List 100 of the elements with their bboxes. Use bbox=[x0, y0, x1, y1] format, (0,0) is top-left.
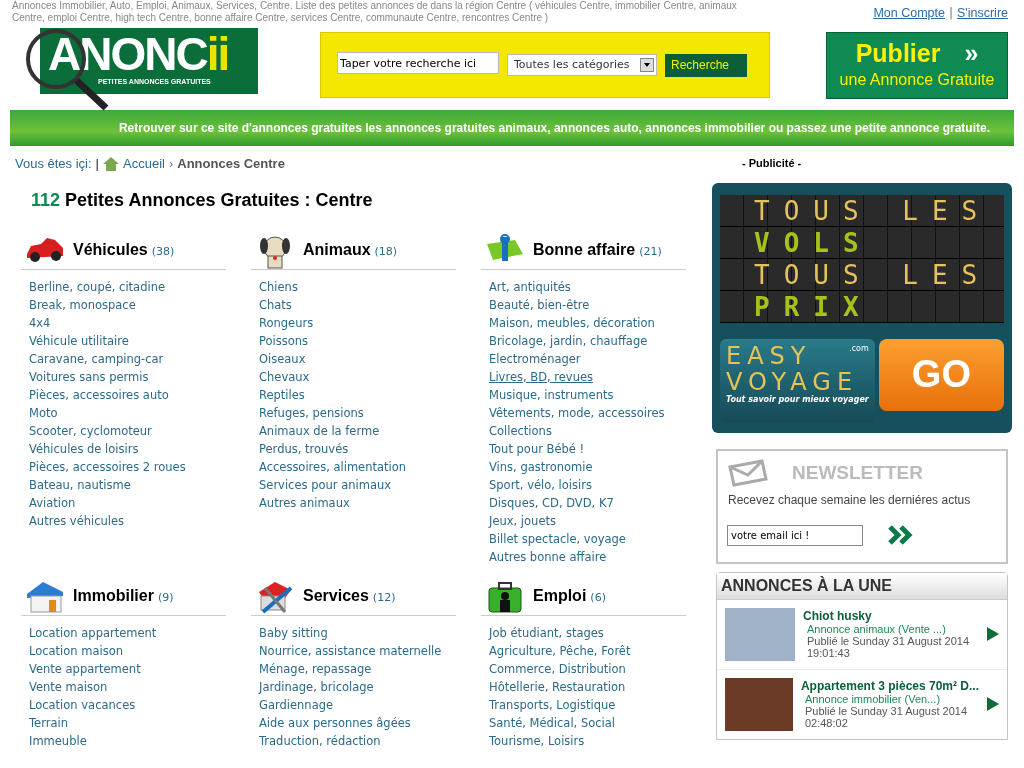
listing-category: Annonce animaux (Vente ...) bbox=[806, 623, 947, 635]
category-link[interactable]: Autres véhicules bbox=[29, 511, 125, 530]
category-link[interactable]: Chats bbox=[259, 295, 292, 314]
ad-label: - Publicité - bbox=[741, 156, 803, 171]
category-link[interactable]: Immeuble bbox=[29, 731, 87, 750]
listing-title[interactable]: Chiot husky bbox=[803, 609, 872, 623]
breadcrumb-link[interactable]: Accueil bbox=[123, 154, 165, 174]
category-link[interactable]: Sport, vélo, loisirs bbox=[489, 475, 592, 494]
category-select[interactable]: Toutes les catégories bbox=[507, 54, 657, 76]
page-heading: 112 Petites Annonces Gratuites : Centre bbox=[30, 188, 374, 211]
category-link[interactable]: Ménage, repassage bbox=[259, 659, 372, 678]
category-link[interactable]: Transports, Logistique bbox=[489, 695, 616, 714]
category-link[interactable]: Aide aux personnes âgées bbox=[259, 713, 411, 732]
category-link[interactable]: Bateau, nautisme bbox=[29, 475, 131, 494]
publish-button[interactable]: Publier » une Annonce Gratuite bbox=[826, 31, 1008, 99]
home-icon bbox=[103, 156, 119, 172]
search-field[interactable]: Taper votre recherche ici bbox=[337, 52, 499, 74]
category-link[interactable]: Aviation bbox=[29, 493, 76, 512]
category-link[interactable]: Voitures sans permis bbox=[29, 367, 149, 386]
category-link[interactable]: Chiens bbox=[259, 277, 298, 296]
search-button[interactable]: Recherche bbox=[665, 53, 747, 77]
category-link[interactable]: Accessoires, alimentation bbox=[259, 457, 407, 476]
category-link[interactable]: Hôtellerie, Restauration bbox=[489, 677, 626, 696]
category-link[interactable]: Location maison bbox=[29, 641, 124, 660]
category-link[interactable]: Billet spectacle, voyage bbox=[489, 529, 626, 548]
category-link[interactable]: Refuges, pensions bbox=[259, 403, 364, 422]
listing-title[interactable]: Appartement 3 pièces 70m² D... bbox=[800, 679, 979, 693]
category-link[interactable]: Location appartement bbox=[29, 623, 157, 642]
category-link[interactable]: Scooter, cyclomoteur bbox=[29, 421, 152, 440]
breadcrumb-arrow: › bbox=[168, 155, 174, 173]
category-link[interactable]: Pièces, accessoires auto bbox=[29, 385, 169, 404]
category-link[interactable]: 4x4 bbox=[29, 313, 51, 332]
category-link[interactable]: Perdus, trouvés bbox=[259, 439, 349, 458]
logo-text: ANONCii bbox=[48, 30, 229, 78]
category-link[interactable]: Livres, BD, revues bbox=[489, 367, 594, 386]
category-link[interactable]: Art, antiquités bbox=[489, 277, 571, 296]
category-link[interactable]: Beauté, bien-être bbox=[489, 295, 590, 314]
brand-domain: .com bbox=[849, 342, 869, 355]
listing-date: Publié le Sunday 31 August 2014 bbox=[803, 705, 968, 717]
board-text: TOUS LES bbox=[754, 259, 992, 290]
category-link[interactable]: Vins, gastronomie bbox=[489, 457, 593, 476]
board-text: VOLS bbox=[754, 227, 873, 258]
category-link[interactable]: Animaux de la ferme bbox=[259, 421, 380, 440]
category-link[interactable]: Electroménager bbox=[489, 349, 581, 368]
board-text: PRIX bbox=[754, 291, 873, 322]
category-link[interactable]: Reptiles bbox=[259, 385, 305, 404]
category-link[interactable]: Berline, coupé, citadine bbox=[29, 277, 166, 296]
category-link[interactable]: Tourisme, Loisirs bbox=[489, 731, 585, 750]
category-link[interactable]: Jardinage, bricolage bbox=[259, 677, 374, 696]
email-field[interactable]: votre email ici ! bbox=[727, 524, 863, 546]
category-link[interactable]: Poissons bbox=[259, 331, 309, 350]
category-link[interactable]: Terrain bbox=[29, 713, 68, 732]
link-separator: | bbox=[948, 5, 953, 22]
newsletter-text: Recevez chaque semaine les derniéres actus bbox=[727, 491, 972, 509]
category-link[interactable]: Chevaux bbox=[259, 367, 310, 386]
category-link[interactable]: Location vacances bbox=[29, 695, 136, 714]
category-link[interactable]: Véhicule utilitaire bbox=[29, 331, 129, 350]
submit-chevrons-icon[interactable] bbox=[887, 525, 913, 545]
category-link[interactable]: Gardiennage bbox=[259, 695, 334, 714]
category-link[interactable]: Caravane, camping-car bbox=[29, 349, 164, 368]
category-link[interactable]: Autres animaux bbox=[259, 493, 350, 512]
breadcrumb-label: Vous êtes içi: bbox=[15, 155, 92, 173]
category-link[interactable]: Traduction, rédaction bbox=[259, 731, 381, 750]
category-link[interactable]: Jeux, jouets bbox=[489, 511, 556, 530]
category-link[interactable]: Nourrice, assistance maternelle bbox=[259, 641, 442, 660]
briefcase-icon bbox=[485, 579, 525, 614]
category-link[interactable]: Bricolage, jardin, chauffage bbox=[489, 331, 648, 350]
category-link[interactable]: Baby sitting bbox=[259, 623, 328, 642]
breadcrumb-current: Annonces Centre bbox=[177, 155, 285, 173]
category-link[interactable]: Pièces, accessoires 2 roues bbox=[29, 457, 186, 476]
newsletter-title: NEWSLETTER bbox=[792, 461, 923, 484]
account-link[interactable]: S'inscrire bbox=[957, 4, 1008, 23]
category-link[interactable]: Commerce, Distribution bbox=[489, 659, 626, 678]
category-link[interactable]: Oiseaux bbox=[259, 349, 306, 368]
category-link[interactable]: Autres bonne affaire bbox=[489, 547, 607, 566]
category-link[interactable]: Véhicules de loisirs bbox=[29, 439, 139, 458]
advertisement-banner[interactable]: TOUS LES VOLS TOUS LES PRIX EASY .com VOYAGE Tout savoir pour mieux voyager GO bbox=[712, 182, 1012, 433]
category-link[interactable]: Break, monospace bbox=[29, 295, 136, 314]
play-arrow-icon[interactable] bbox=[987, 697, 999, 711]
brand-text: VOYAGE bbox=[726, 368, 859, 395]
ad-tagline: Tout savoir pour mieux voyager bbox=[726, 394, 869, 404]
account-link[interactable]: Mon Compte bbox=[873, 4, 945, 23]
category-link[interactable]: Job étudiant, stages bbox=[489, 623, 604, 642]
category-link[interactable]: Maison, meubles, décoration bbox=[489, 313, 655, 332]
listing-time: 19:01:43 bbox=[806, 647, 850, 659]
category-link[interactable]: Agriculture, Pêche, Forêt bbox=[489, 641, 631, 660]
category-link[interactable]: Santé, Médical, Social bbox=[489, 713, 615, 732]
category-link[interactable]: Rongeurs bbox=[259, 313, 314, 332]
category-link[interactable]: Services pour animaux bbox=[259, 475, 392, 494]
category-link[interactable]: Vente appartement bbox=[29, 659, 141, 678]
listing-date: Publié le Sunday 31 August 2014 bbox=[806, 635, 971, 647]
play-arrow-icon[interactable] bbox=[987, 627, 999, 641]
listing-category: Annonce immobilier (Ven...) bbox=[803, 693, 942, 705]
category-link[interactable]: Collections bbox=[489, 421, 552, 440]
category-link[interactable]: Disques, CD, DVD, K7 bbox=[489, 493, 614, 512]
category-link[interactable]: Vêtements, mode, accessoires bbox=[489, 403, 665, 422]
category-link[interactable]: Moto bbox=[29, 403, 58, 422]
category-link[interactable]: Tout pour Bébé ! bbox=[489, 439, 585, 458]
category-link[interactable]: Musique, instruments bbox=[489, 385, 614, 404]
category-link[interactable]: Vente maison bbox=[29, 677, 108, 696]
